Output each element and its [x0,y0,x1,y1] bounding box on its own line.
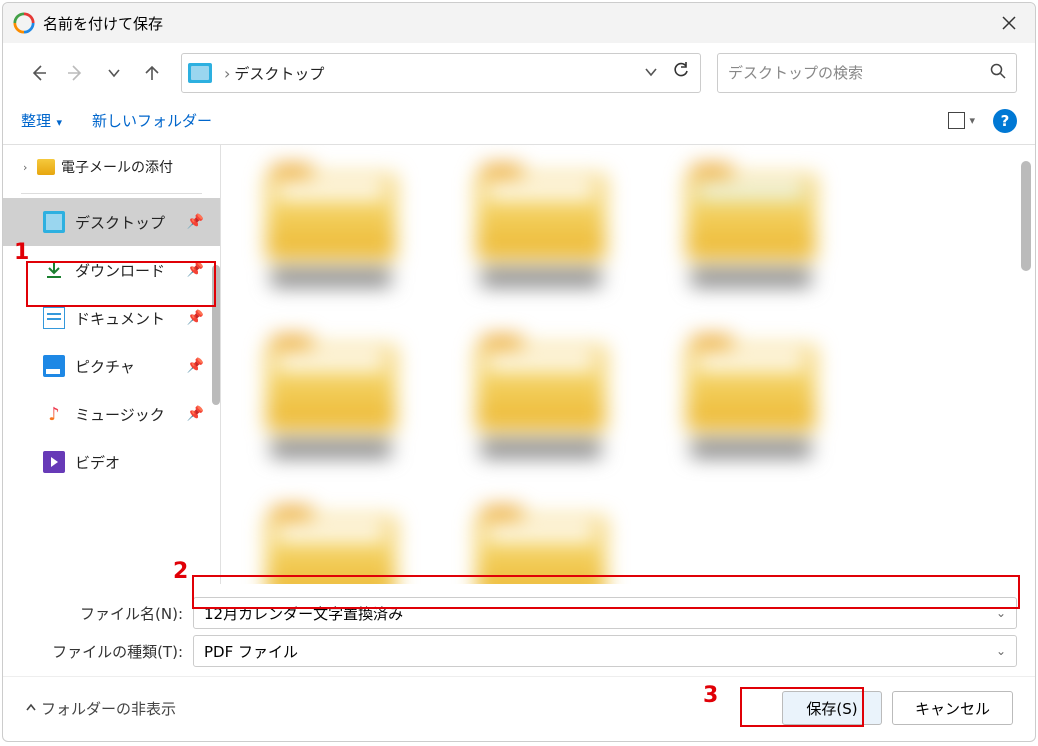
folder-thumbnail[interactable] [251,165,411,286]
breadcrumb-separator: › [224,64,230,83]
navbar: › デスクトップ [3,43,1035,103]
tree-item-attachments[interactable]: › 電子メールの添付 [3,151,220,183]
pin-icon: 📌 [187,214,204,230]
video-icon [43,451,65,473]
app-icon [13,12,35,34]
folder-thumbnail[interactable] [671,336,831,457]
desktop-icon [43,211,65,233]
sidebar-item-label: ビデオ [75,452,120,473]
close-icon [1002,16,1016,30]
forward-button[interactable] [59,56,93,90]
filetype-value: PDF ファイル [204,641,298,662]
organize-menu[interactable]: 整理 ▾ [21,110,62,131]
new-folder-button[interactable]: 新しいフォルダー [92,110,212,131]
address-bar[interactable]: › デスクトップ [181,53,701,93]
pin-icon: 📌 [187,310,204,326]
filename-label: ファイル名(N): [21,603,193,624]
refresh-button[interactable] [668,58,694,88]
back-button[interactable] [21,56,55,90]
toggle-folder-pane[interactable]: フォルダーの非表示 [25,698,176,719]
recent-dropdown[interactable] [97,56,131,90]
chevron-up-icon [25,702,37,714]
sidebar-item-video[interactable]: ビデオ [3,438,220,486]
folder-icon [188,63,212,83]
arrow-right-icon [67,64,85,82]
close-button[interactable] [989,8,1029,38]
arrow-left-icon [29,64,47,82]
sidebar-item-label: ピクチャ [75,356,135,377]
up-button[interactable] [135,56,169,90]
sidebar-scrollbar[interactable] [212,265,220,405]
filename-input[interactable]: 12月カレンダー文字置換済み ⌄ [193,597,1017,629]
chevron-down-icon [107,66,121,80]
pin-icon: 📌 [187,262,204,278]
sidebar-divider [21,193,202,194]
sidebar-item-label: ドキュメント [75,308,165,329]
arrow-up-icon [143,64,161,82]
folder-thumbnail[interactable] [461,165,621,286]
filetype-select[interactable]: PDF ファイル ⌄ [193,635,1017,667]
sidebar-item-documents[interactable]: ドキュメント 📌 [3,294,220,342]
tree-item-label: 電子メールの添付 [61,157,173,177]
refresh-icon [672,62,690,80]
pin-icon: 📌 [187,358,204,374]
sidebar-item-downloads[interactable]: ダウンロード 📌 [3,246,220,294]
folder-icon [37,159,55,175]
picture-icon [43,355,65,377]
chevron-down-icon[interactable]: ⌄ [996,644,1006,658]
view-square-icon [948,112,965,129]
save-button[interactable]: 保存(S) [782,691,882,725]
view-options[interactable]: ▾ [948,112,975,129]
folder-thumbnail[interactable] [461,507,621,584]
sidebar-item-label: ダウンロード [75,260,165,281]
chevron-down-icon: ▾ [969,114,975,127]
sidebar-item-music[interactable]: ミュージック 📌 [3,390,220,438]
breadcrumb-current[interactable]: デスクトップ [234,63,324,84]
folder-thumbnail[interactable] [671,165,831,286]
pin-icon: 📌 [187,406,204,422]
download-icon [43,259,65,281]
help-button[interactable]: ? [993,109,1017,133]
cancel-button[interactable]: キャンセル [892,691,1013,725]
footer: フォルダーの非表示 保存(S) キャンセル [3,676,1035,741]
window-title: 名前を付けて保存 [43,13,989,34]
filename-section: ファイル名(N): 12月カレンダー文字置換済み ⌄ ファイルの種類(T): P… [3,584,1035,676]
music-icon [43,403,65,425]
search-input[interactable] [728,64,990,82]
search-icon [990,63,1006,83]
chevron-right-icon: › [23,161,37,174]
sidebar-item-pictures[interactable]: ピクチャ 📌 [3,342,220,390]
chevron-down-icon[interactable]: ⌄ [996,606,1006,620]
sidebar: › 電子メールの添付 デスクトップ 📌 ダウンロード 📌 ドキュメント [3,145,221,584]
content-area[interactable] [221,145,1035,584]
address-dropdown[interactable] [644,64,658,83]
filename-value: 12月カレンダー文字置換済み [204,603,403,624]
content-scrollbar[interactable] [1021,161,1031,271]
toolbar: 整理 ▾ 新しいフォルダー ▾ ? [3,103,1035,145]
filetype-label: ファイルの種類(T): [21,641,193,662]
sidebar-item-label: ミュージック [75,404,165,425]
document-icon [43,307,65,329]
sidebar-item-desktop[interactable]: デスクトップ 📌 [3,198,220,246]
sidebar-item-label: デスクトップ [75,212,165,233]
chevron-down-icon [644,65,658,79]
folder-thumbnail[interactable] [461,336,621,457]
search-box[interactable] [717,53,1017,93]
folder-thumbnail[interactable] [251,507,411,584]
titlebar: 名前を付けて保存 [3,3,1035,43]
folder-thumbnail[interactable] [251,336,411,457]
